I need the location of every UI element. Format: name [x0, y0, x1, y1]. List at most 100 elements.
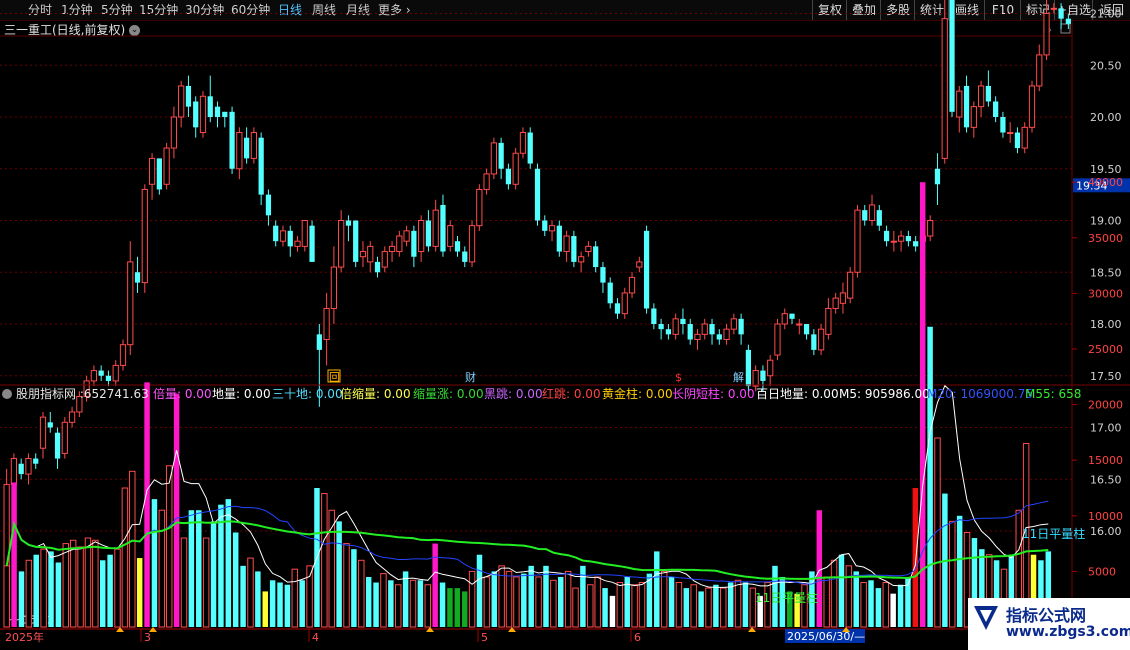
event-marker-1: 财: [465, 370, 476, 384]
candle-body-69: [505, 168, 512, 185]
volume-bar-113: [838, 554, 845, 627]
candle-body-57: [418, 220, 425, 253]
candle-body-71: [519, 132, 527, 154]
candle-body-129: [941, 18, 948, 159]
candle-body-111: [811, 334, 817, 350]
watermark: 指标公式网 www.zbgs3.com: [968, 598, 1130, 650]
volume-bar-16: [121, 487, 129, 628]
candle-body-35: [258, 137, 264, 195]
volume-bar-114: [845, 565, 853, 628]
candle-body-114: [832, 297, 839, 309]
volume-bar-74: [550, 579, 557, 628]
volume-bar-59: [439, 582, 446, 627]
volume-bar-7: [55, 562, 62, 627]
volume-bar-73: [543, 565, 549, 627]
candle-body-29: [214, 106, 221, 117]
volume-bar-35: [262, 591, 268, 627]
indicator-item-13: M55: 658: [1025, 387, 1082, 401]
candle-body-98: [716, 334, 722, 340]
candle-body-65: [476, 188, 483, 227]
price-label-5: 18.50: [1090, 266, 1122, 279]
volume-bar-95: [705, 587, 712, 628]
price-label-2: 20.00: [1090, 111, 1122, 124]
volume-bar-118: [875, 588, 882, 627]
volume-bar-25: [188, 510, 195, 627]
price-label-6: 18.00: [1090, 318, 1122, 331]
volume-bar-46: [343, 543, 350, 628]
candle-body-14: [105, 375, 112, 381]
indicator-item-8: 黄金柱: 0.00: [602, 387, 673, 401]
volume-bar-52: [388, 580, 394, 627]
candle-body-2: [18, 463, 24, 475]
candle-body-56: [411, 230, 417, 257]
date-label-2: 4: [312, 631, 319, 644]
volume-bar-38: [284, 584, 291, 627]
candle-body-101: [738, 318, 744, 335]
volume-bar-124: [919, 182, 926, 627]
volume-bar-34: [255, 571, 261, 627]
candle-body-135: [985, 85, 991, 102]
volume-bar-63: [468, 570, 476, 628]
candle-body-92: [672, 318, 679, 335]
indicator-item-7: 红跳: 0.00: [542, 387, 601, 401]
volume-bar-0: [3, 565, 10, 628]
volume-bar-9: [69, 539, 77, 628]
candle-body-51: [374, 261, 381, 273]
candle-body-41: [301, 220, 308, 247]
candle-body-140: [1021, 126, 1028, 149]
volume-bar-32: [240, 565, 246, 627]
date-label-0: 2025年: [5, 630, 44, 644]
candle-body-70: [512, 152, 519, 185]
volume-bar-53: [394, 584, 402, 628]
candle-body-15: [112, 364, 119, 382]
candle-body-50: [367, 245, 374, 263]
candle-body-144: [1050, 7, 1057, 10]
candle-body-120: [876, 210, 882, 226]
volume-bar-1: [11, 482, 17, 627]
brand-logo-icon: [974, 606, 998, 630]
candle-body-58: [425, 220, 432, 247]
volume-bar-22: [165, 465, 173, 628]
volume-bar-82: [609, 595, 616, 627]
kline-chart[interactable]: 21.00 20.50 20.00 19.50 19.00 18.50 18.00 17.50…: [0, 0, 1130, 650]
candle-body-46: [338, 220, 345, 268]
candle-body-13: [98, 370, 104, 376]
candle-body-115: [839, 292, 847, 304]
volume-bar-14: [107, 554, 113, 627]
volume-bar-5: [40, 548, 47, 628]
candle-body-77: [563, 235, 570, 253]
volume-bar-115: [853, 571, 859, 627]
candle-body-67: [490, 142, 497, 175]
vol-label-2: 30000: [1088, 287, 1123, 300]
date-label-1: 3: [144, 631, 151, 644]
candle-body-137: [1000, 117, 1006, 133]
candle-body-118: [862, 210, 868, 221]
candle-body-4: [33, 458, 39, 464]
price-label-9: 16.50: [1090, 473, 1122, 486]
candle-body-124: [905, 236, 911, 242]
candle-body-78: [571, 236, 577, 262]
candle-body-107: [781, 313, 788, 325]
volume-bar-58: [432, 543, 438, 627]
watermark-url: www.zbgs3.com: [1006, 624, 1130, 640]
candle-body-34: [250, 132, 258, 159]
watermark-title: 指标公式网: [1006, 606, 1087, 625]
candle-body-123: [897, 235, 905, 242]
candle-body-28: [207, 96, 213, 117]
candle-body-91: [665, 329, 672, 335]
indicator-item-0: 股朋指标网 :652741.63: [16, 387, 149, 401]
volume-bar-49: [365, 576, 372, 627]
candle-body-73: [534, 168, 541, 221]
volume-bar-31: [232, 532, 239, 627]
candle-body-72: [527, 132, 533, 164]
candle-body-52: [381, 251, 388, 268]
candle-body-16: [119, 344, 127, 366]
candle-body-146: [1065, 18, 1071, 24]
candle-body-62: [454, 241, 461, 252]
candle-body-143: [1043, 13, 1050, 56]
volume-bar-125: [927, 326, 933, 627]
vol-label-5: 15000: [1088, 454, 1123, 467]
candle-body-79: [578, 256, 585, 263]
indicator-item-12: M20: 1069000.75: [927, 387, 1034, 401]
indicator-item-4: 倍缩量: 0.00: [340, 387, 411, 401]
